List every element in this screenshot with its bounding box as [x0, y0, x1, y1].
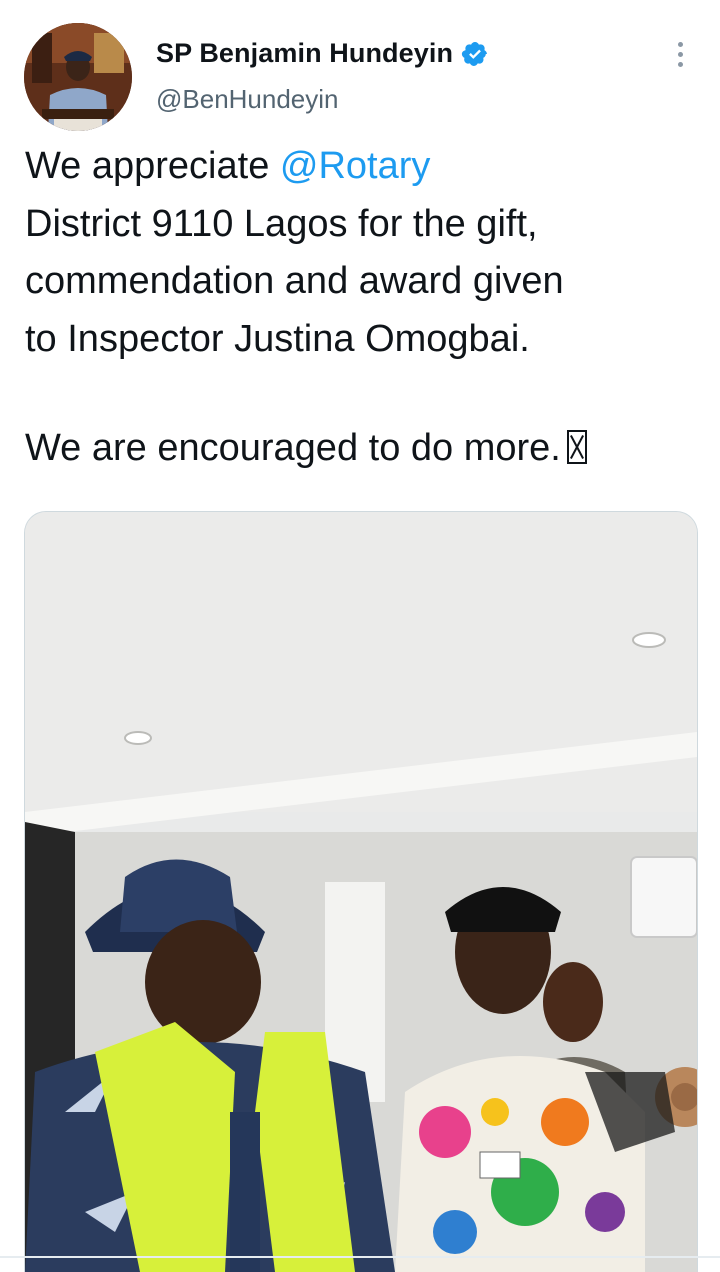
missing-emoji-icon: [566, 430, 587, 464]
author-name-row[interactable]: SP Benjamin Hundeyin: [156, 38, 489, 69]
tweet-text-body: District 9110 Lagos for the gift, commen…: [25, 202, 564, 360]
author-avatar[interactable]: [24, 23, 132, 131]
tweet-text-second-paragraph: We are encouraged to do more.: [25, 420, 587, 478]
bottom-divider: [0, 1256, 720, 1258]
tweet-text: We appreciate @Rotary District 9110 Lago…: [25, 138, 705, 368]
photo-content-icon: [25, 512, 697, 1272]
author-display-name[interactable]: SP Benjamin Hundeyin: [156, 38, 453, 69]
mention-link[interactable]: @Rotary: [280, 145, 431, 187]
second-paragraph-text: We are encouraged to do more.: [25, 427, 561, 469]
tweet-header: SP Benjamin Hundeyin @BenHundeyin: [0, 0, 720, 131]
verified-badge-icon: [461, 40, 489, 68]
tweet-photo[interactable]: [24, 511, 698, 1272]
tweet-text-intro: We appreciate: [25, 145, 280, 187]
avatar-photo-icon: [24, 23, 132, 131]
more-options-icon[interactable]: [664, 38, 696, 72]
author-handle[interactable]: @BenHundeyin: [156, 84, 339, 115]
